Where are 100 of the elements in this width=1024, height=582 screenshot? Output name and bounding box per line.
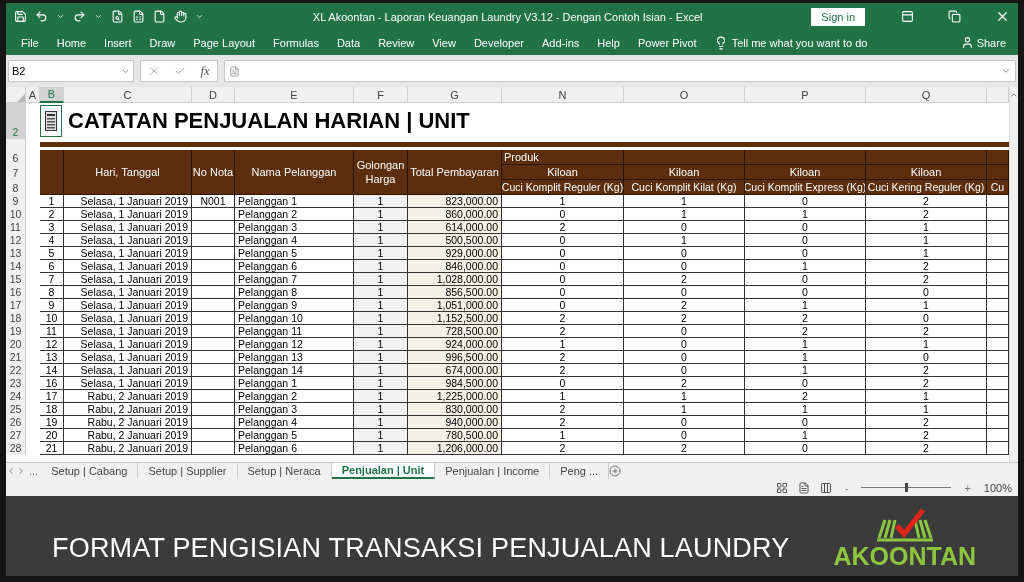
sheet-title: CATATAN PENJUALAN HARIAN | UNIT [68,108,470,134]
row-header[interactable]: 7 [6,165,26,180]
page-break-icon[interactable] [819,481,832,494]
page-layout-icon[interactable] [797,481,810,494]
table-cell: Selasa, 1 Januari 2019 [64,273,192,286]
row-header[interactable]: 13 [6,247,26,260]
row-header[interactable]: 22 [6,364,26,377]
row-header[interactable]: 14 [6,260,26,273]
ribbon-tab[interactable]: View [423,33,465,52]
row-header[interactable]: 24 [6,390,26,403]
table-cell: Rabu, 2 Januari 2019 [64,403,192,416]
row-header[interactable]: 9 [6,195,26,208]
caret-icon[interactable] [94,12,103,21]
table-cell: 0 [624,286,745,299]
sheet-tab[interactable]: Penjualan | Unit [331,463,436,479]
column-header[interactable]: G [408,87,502,103]
enter-icon[interactable] [174,65,187,77]
spreadsheet-icon[interactable] [132,10,145,23]
column-header[interactable]: Q [866,87,987,103]
table-cell: Selasa, 1 Januari 2019 [64,208,192,221]
restore-icon[interactable] [948,10,961,23]
caret-icon[interactable] [195,12,204,21]
ribbon-tab[interactable]: Developer [464,33,533,52]
ribbon-tab[interactable]: Draw [140,33,185,52]
table-cell: 1 [354,260,408,273]
row-header[interactable]: 2 [6,103,26,139]
formula-field[interactable] [224,60,1016,82]
sign-in-button[interactable]: Sign in [811,7,865,26]
table-cell: Selasa, 1 Januari 2019 [64,234,192,247]
ribbon-display-icon[interactable] [901,10,914,23]
table-cell [192,416,235,429]
previous-sheet-icon[interactable] [6,466,16,476]
tell-me-field[interactable]: Tell me what you want to do [731,36,868,49]
share-button[interactable]: Share [954,35,1012,50]
close-icon[interactable] [995,9,1010,24]
row-header[interactable]: 16 [6,286,26,299]
column-header[interactable]: F [354,87,408,103]
new-sheet-icon[interactable] [609,465,622,477]
row-header[interactable]: 21 [6,351,26,364]
more-sheets-button[interactable]: ... [26,465,42,477]
zoom-level[interactable]: 100% [983,481,1012,494]
row-header[interactable]: 20 [6,338,26,351]
ribbon-tab[interactable]: Review [369,33,424,52]
ribbon-tab[interactable]: Formulas [264,33,328,52]
table-cell: 1,152,500.00 [408,312,502,325]
ribbon-tab[interactable]: Data [327,33,370,52]
document-icon[interactable] [229,65,240,77]
column-header[interactable]: E [235,87,354,103]
table-cell: 21 [40,442,64,455]
zoom-out-button[interactable]: - [841,481,852,494]
redo-icon[interactable] [73,10,86,23]
column-header[interactable]: O [624,87,745,103]
hand-icon[interactable] [174,10,187,23]
ribbon-tab[interactable]: Help [588,33,629,52]
blank-file-icon[interactable] [153,10,166,23]
table-cell: N001 [192,195,235,208]
table-cell: Pelanggan 11 [235,325,354,338]
row-header[interactable]: 12 [6,234,26,247]
normal-view-icon[interactable] [775,481,788,494]
row-header[interactable]: 27 [6,429,26,442]
row-header[interactable]: 6 [6,150,26,165]
row-header[interactable]: 28 [6,442,26,455]
column-header[interactable]: B [40,87,64,103]
name-box[interactable]: B2 [8,60,134,82]
caret-icon[interactable] [56,12,65,21]
row-header[interactable]: 8 [6,180,26,195]
column-header[interactable]: D [192,87,235,103]
ribbon-tab[interactable]: Add-ins [533,33,589,52]
row-header[interactable]: 10 [6,208,26,221]
column-header[interactable]: C [64,87,192,103]
person-icon[interactable] [960,36,974,49]
file-search-icon[interactable] [111,10,124,23]
table-cell [192,221,235,234]
insert-function-button[interactable]: fx [200,63,210,79]
row-header[interactable]: 23 [6,377,26,390]
row-header[interactable]: 19 [6,325,26,338]
table-cell: 1 [745,351,866,364]
row-header[interactable]: 25 [6,403,26,416]
save-icon[interactable] [14,10,27,23]
table-cell: 780,500.00 [408,429,502,442]
column-header[interactable]: P [745,87,866,103]
zoom-in-button[interactable]: + [961,481,974,494]
table-cell: 1 [745,364,866,377]
ribbon-tab[interactable]: Power Pivot [628,33,706,52]
row-header[interactable]: 26 [6,416,26,429]
ribbon-tab[interactable]: File [12,33,48,52]
row-header[interactable]: 11 [6,221,26,234]
column-header[interactable]: N [502,87,624,103]
expand-icon[interactable] [1001,66,1011,76]
ribbon-tab[interactable]: Page Layout [184,33,265,52]
row-header[interactable]: 18 [6,312,26,325]
ribbon-tab[interactable]: Home [47,33,96,52]
undo-icon[interactable] [35,10,48,23]
table-cell [987,416,1009,429]
table-cell: 1 [745,403,866,416]
row-header[interactable]: 17 [6,299,26,312]
ribbon-tab[interactable]: Insert [95,33,141,52]
column-header[interactable]: A [26,87,40,103]
next-sheet-icon[interactable] [16,466,26,476]
row-header[interactable]: 15 [6,273,26,286]
